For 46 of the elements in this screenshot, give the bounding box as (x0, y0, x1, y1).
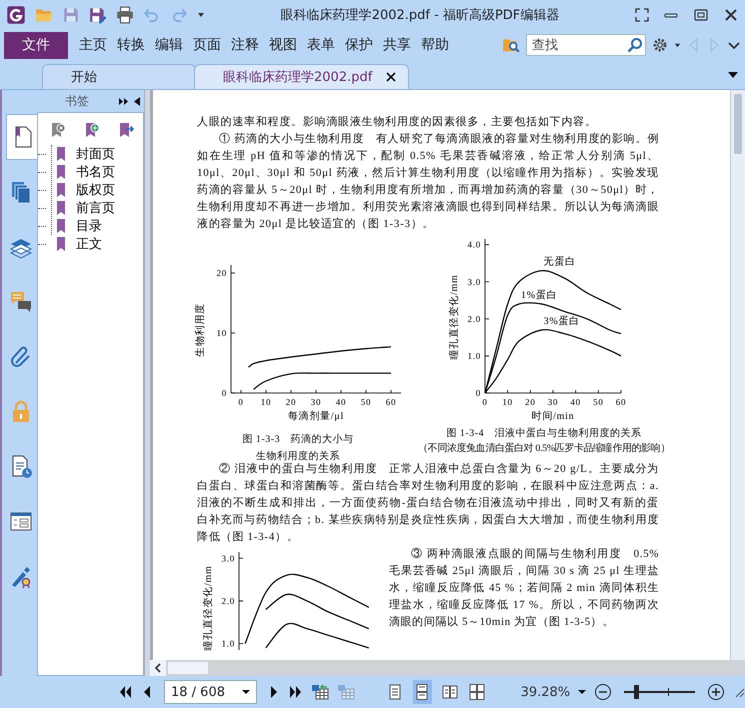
tick-label: 3.0 (468, 276, 481, 287)
page-number: 18 / 608 (171, 684, 225, 700)
tick-label: 2.0 (468, 314, 481, 324)
figure-note: （不同浓度兔血清白蛋白对 0.5%匹罗卡品缩瞳作用的影响） (418, 442, 670, 455)
paragraph: ② 泪液中的蛋白与生物利用度 正常人泪液中总蛋白含量为 6～20 g/L。主要成分为白蛋白、球蛋白和溶菌酶等。蛋白结合率对生物利用度的影响，在眼科中应注意两点：a. 泪液的不断生成和排出，一方面使药物-蛋白结合物在泪液流动中排出，同时又有新的蛋白补充而与药物结合；b. 某些疾病特别是炎症性疾病，因蛋白大大增加，而使生物利用度降低（图 1-3-4）。 (197, 462, 659, 545)
paragraph: ① 药滴的大小与生物利用度 有人研究了每滴滴眼液的容量对生物利用度的影响。例如在生理 pH 值和等渗的情况下，配制 0.5% 毛果芸香碱溶液，给正常人分别滴 5μl、10μl、20μl、30μl 和 50μl 药液，然后计算生物利用度（以缩瞳作用为指标）。实验发现药滴的容量从 5～20μl 时，生物利用度有所增加，而再增加药滴的容量（30～50μl）时，生物利用度却不再进一步增加。利用荧光素溶液滴眼也得到同样结果。所以认为每滴滴眼液的容量为 20μl 是比较适宜的（图 1-3-3）。 (197, 132, 659, 232)
zoom-value: 39.28% (520, 684, 570, 700)
tick-label: 0 (238, 397, 244, 407)
series-label: 3%蛋白 (544, 316, 580, 327)
tab-label: 开始 (71, 69, 97, 86)
tick-label: 10 (502, 397, 513, 407)
tick-label: 40 (570, 397, 581, 407)
tick-label: 4.0 (468, 240, 481, 250)
figure-caption: 图 1-3-4 泪液中蛋白与生物利用度的关系 (446, 426, 642, 441)
tick-label: 60 (386, 397, 396, 407)
figure-caption: 图 1-3-3 药滴的大小与生物利用度的关系 (241, 432, 355, 462)
tab-label: 眼科临床药理学2002.pdf (223, 69, 372, 86)
tick-label: 40 (336, 397, 346, 407)
tick-label: 30 (310, 397, 322, 407)
tick-label: 3.0 (222, 553, 235, 564)
axis-title: 时间/min (532, 411, 574, 422)
tick-label: 1.0 (468, 350, 481, 361)
tick-label: 0 (222, 388, 227, 398)
axis-title: 瞳孔直径变化/mm (203, 565, 214, 651)
tick-label: 30 (548, 397, 558, 407)
tick-label: 2.0 (222, 596, 235, 606)
paragraph: 人眼的速率和程度。影响滴眼液生物利用度的因素很多，主要包括如下内容。 (197, 114, 598, 130)
series-label: 无蛋白 (544, 256, 576, 268)
tick-label: 50 (360, 397, 372, 407)
tick-label: 20 (216, 268, 227, 278)
tick-label: 20 (525, 397, 536, 407)
tick-label: 20 (286, 397, 296, 407)
window-title: 眼科临床药理学2002.pdf - 福昕高级PDF编辑器 (280, 7, 560, 24)
tick-label: 0 (482, 397, 488, 407)
axis-title: 瞳孔直径变化/mm (449, 274, 460, 360)
tick-label: 10 (260, 397, 272, 407)
panel-title: 书签 (64, 92, 90, 110)
axis-title: 每滴剂量/μl (288, 411, 344, 422)
tick-label: 10 (216, 328, 227, 338)
tick-label: 50 (593, 397, 604, 407)
tick-label: 0 (476, 388, 481, 398)
series-label: 1%蛋白 (521, 290, 558, 302)
tick-label: 60 (616, 397, 626, 407)
axis-title: 生物利用度 (195, 303, 206, 357)
paragraph: ③ 两种滴眼液点眼的间隔与生物利用度 0.5% 毛果芸香碱 25μl 滴眼后，间隔 30 s 滴 25 μl 生理盐水，缩瞳反应降低 45 %；若间隔 2 min 滴同体积生理盐水，缩瞳反应降低 17 %。所以，不同药物两次滴眼的间隔以 5～10min 为宜（图 1-3-5）。 (389, 546, 659, 630)
tick-label: 1.0 (222, 638, 235, 649)
